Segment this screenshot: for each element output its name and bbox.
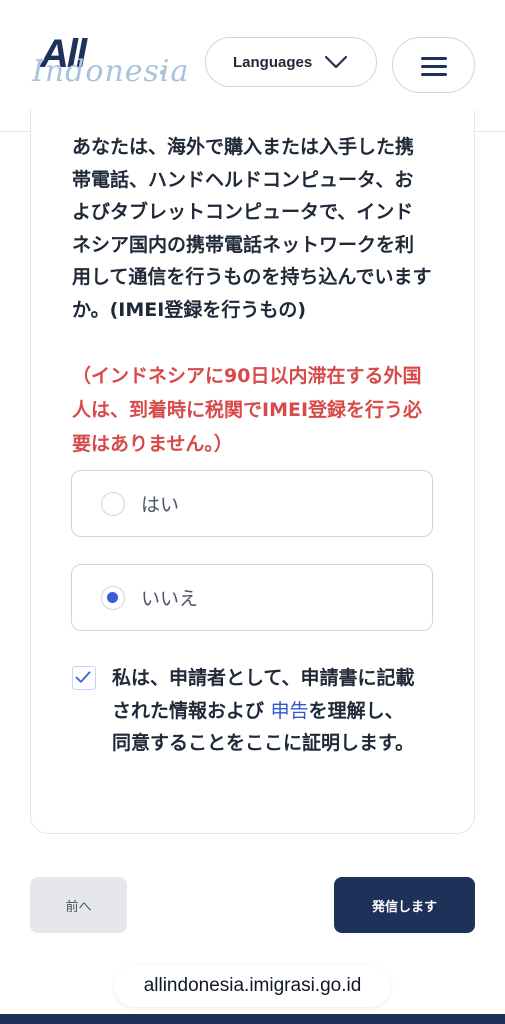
logo-sub-text: Indonesia xyxy=(32,54,190,89)
imei-note: （インドネシアに90日以内滞在する外国人は、到着時に税関でIMEI登録を行う必要… xyxy=(72,365,423,455)
all-indonesia-logo[interactable]: All Indonesia xyxy=(30,32,188,96)
radio-no[interactable] xyxy=(101,586,125,610)
hamburger-icon-bar xyxy=(421,73,447,76)
consent-text: 私は、申請者として、申請書に記載された情報および 申告を理解し、同意することをこ… xyxy=(112,662,422,760)
languages-label: Languages xyxy=(233,53,313,71)
radio-selected-dot xyxy=(107,592,118,603)
languages-dropdown[interactable]: Languages xyxy=(205,37,377,87)
bottom-bar xyxy=(0,1014,505,1024)
imei-question: あなたは、海外で購入または入手した携帯電話、ハンドヘルドコンピュータ、およびタブ… xyxy=(72,136,432,321)
consent-checkbox[interactable] xyxy=(72,666,96,690)
declaration-link[interactable]: 申告 xyxy=(271,700,309,722)
browser-url-bar[interactable]: allindonesia.imigrasi.go.id xyxy=(114,965,391,1007)
logo-dot xyxy=(160,70,165,75)
hamburger-icon-bar xyxy=(421,65,447,68)
previous-button[interactable]: 前へ xyxy=(30,877,127,933)
option-yes[interactable]: はい xyxy=(71,470,433,537)
option-no[interactable]: いいえ xyxy=(71,564,433,631)
option-yes-label: はい xyxy=(141,494,180,516)
submit-button[interactable]: 発信します xyxy=(334,877,475,933)
checkmark-icon xyxy=(75,671,91,683)
option-no-label: いいえ xyxy=(141,588,199,610)
chevron-down-icon xyxy=(324,55,348,69)
hamburger-icon xyxy=(421,57,447,60)
radio-yes[interactable] xyxy=(101,492,125,516)
menu-button[interactable] xyxy=(392,37,475,93)
